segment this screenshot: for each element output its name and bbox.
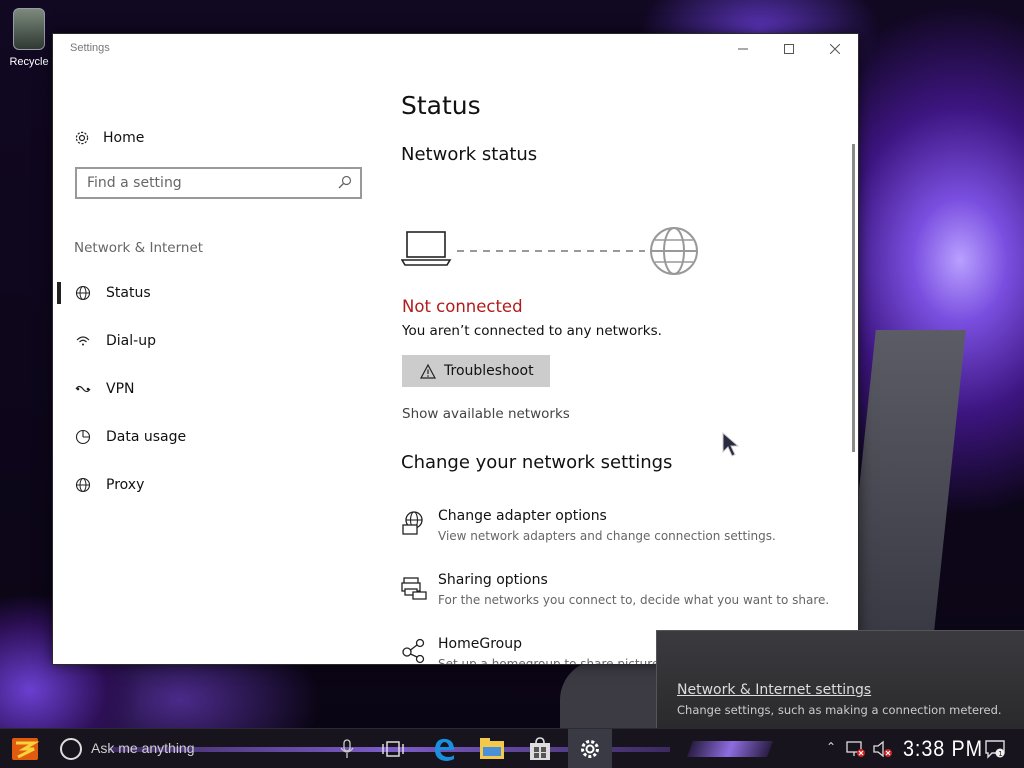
sidebar-item-vpn[interactable]: VPN: [53, 365, 383, 413]
close-icon: [830, 44, 840, 54]
homegroup-icon: [402, 638, 425, 664]
store-icon[interactable]: [528, 737, 552, 761]
show-hidden-icons-icon[interactable]: ⌃: [826, 740, 836, 754]
network-diagram: [401, 227, 698, 275]
maximize-icon: [784, 44, 794, 54]
option-title: HomeGroup: [438, 636, 522, 652]
sidebar-item-status[interactable]: Status: [53, 269, 383, 317]
vpn-icon: [74, 380, 92, 398]
change-settings-heading: Change your network settings: [401, 452, 673, 473]
globe-icon: [74, 284, 92, 302]
sidebar-item-dial-up[interactable]: Dial-up: [53, 317, 383, 365]
globe-icon: [74, 476, 92, 494]
microphone-icon[interactable]: [340, 739, 354, 759]
recycle-bin-label: Recycle: [9, 56, 49, 68]
settings-window: Settings Home Network & Internet: [52, 33, 859, 665]
section-title: Network & Internet: [74, 240, 204, 256]
mouse-cursor-icon: [722, 432, 740, 457]
file-explorer-icon[interactable]: [480, 738, 504, 760]
dialup-icon: [74, 332, 92, 350]
task-view-icon[interactable]: [382, 739, 404, 759]
connection-description: You aren’t connected to any networks.: [402, 323, 662, 339]
laptop-icon: [401, 231, 452, 266]
network-flyout: Network & Internet settings Change setti…: [656, 630, 1024, 728]
sidebar-item-label: Data usage: [106, 429, 187, 445]
taskbar-decoration-slider: [687, 741, 773, 757]
edge-browser-icon[interactable]: [432, 736, 456, 762]
page-title: Status: [401, 91, 481, 120]
option-title: Change adapter options: [438, 508, 607, 524]
svg-text:1: 1: [998, 750, 1002, 758]
search-input[interactable]: [77, 169, 317, 197]
cortana-icon[interactable]: [60, 738, 82, 760]
network-internet-settings-link[interactable]: Network & Internet settings: [677, 682, 871, 698]
option-description: For the networks you connect to, decide …: [438, 593, 830, 607]
internet-globe-icon: [650, 227, 698, 275]
option-description: Set up a homegroup to share pictures: [438, 657, 666, 665]
home-label: Home: [103, 130, 145, 146]
start-icon[interactable]: [10, 735, 40, 763]
connection-state: Not connected: [402, 297, 523, 316]
gear-icon: [75, 131, 89, 145]
sidebar-nav: Status Dial-up VPN Data usage Proxy: [53, 269, 383, 509]
window-title: Settings: [70, 42, 110, 54]
taskbar-search[interactable]: Ask me anything: [91, 740, 195, 756]
search-box: [75, 167, 362, 199]
minimize-icon: [738, 48, 748, 50]
sidebar-item-proxy[interactable]: Proxy: [53, 461, 383, 509]
troubleshoot-label: Troubleshoot: [444, 363, 534, 379]
warning-icon: [420, 363, 436, 379]
adapter-icon: [402, 511, 423, 535]
network-status-icon[interactable]: [846, 740, 866, 758]
sharing-options[interactable]: Sharing options For the networks you con…: [401, 572, 856, 620]
maximize-button[interactable]: [766, 34, 812, 64]
gear-icon: [581, 740, 599, 758]
change-adapter-options[interactable]: Change adapter options View network adap…: [401, 508, 856, 556]
sidebar-item-data-usage[interactable]: Data usage: [53, 413, 383, 461]
sidebar-item-label: Proxy: [106, 477, 145, 493]
settings-taskbar-button[interactable]: [568, 729, 612, 768]
flyout-description: Change settings, such as making a connec…: [677, 703, 1002, 717]
home-link[interactable]: Home: [74, 127, 144, 149]
scrollbar[interactable]: [852, 144, 855, 452]
taskbar-clock[interactable]: 3:38 PM: [903, 736, 983, 762]
sharing-icon: [401, 577, 427, 600]
option-description: View network adapters and change connect…: [438, 529, 776, 543]
title-bar[interactable]: Settings: [53, 34, 858, 64]
action-center-icon[interactable]: 1: [984, 739, 1006, 759]
close-button[interactable]: [812, 34, 858, 64]
show-available-networks-link[interactable]: Show available networks: [402, 406, 570, 422]
sidebar: Home Network & Internet Status Dial-up: [53, 64, 383, 664]
option-title: Sharing options: [438, 572, 548, 588]
network-status-heading: Network status: [401, 144, 538, 165]
recycle-bin-icon: [13, 8, 45, 50]
volume-icon[interactable]: [872, 740, 894, 758]
sidebar-item-label: VPN: [106, 381, 135, 397]
minimize-button[interactable]: [720, 34, 766, 64]
sidebar-item-label: Dial-up: [106, 333, 156, 349]
pie-chart-icon: [74, 428, 92, 446]
sidebar-item-label: Status: [106, 285, 151, 301]
troubleshoot-button[interactable]: Troubleshoot: [402, 355, 550, 387]
taskbar: Ask me anything ⌃ 3:38 PM 1: [0, 728, 1024, 768]
search-icon: [338, 175, 352, 189]
recycle-bin-shortcut[interactable]: Recycle: [6, 8, 52, 68]
main-content: Status Network status Not connected You …: [401, 64, 856, 665]
